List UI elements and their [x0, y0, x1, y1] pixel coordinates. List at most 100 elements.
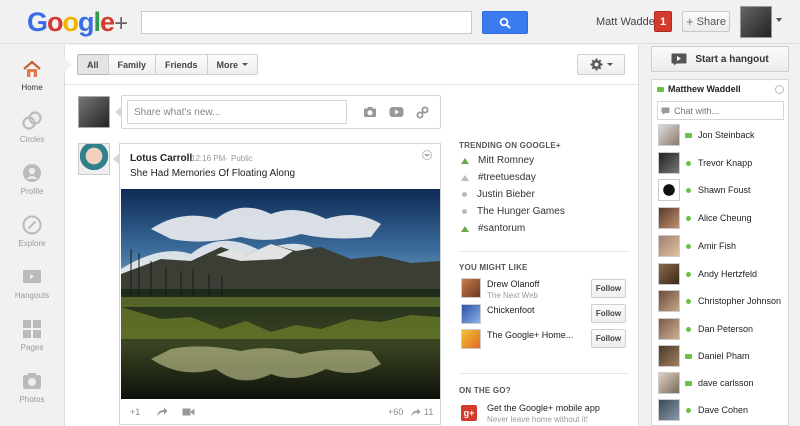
chat-contact[interactable]: Shawn Foust	[658, 179, 786, 201]
start-hangout-button[interactable]: Start a hangout	[651, 46, 789, 72]
trending-item[interactable]: Mitt Romney	[461, 155, 534, 166]
contact-avatar	[658, 318, 680, 340]
video-status-icon	[657, 86, 664, 92]
chat-contact[interactable]: Dave Cohen	[658, 399, 786, 421]
suggestion-name[interactable]: The Google+ Home...	[487, 330, 573, 340]
trending-item-label: #santorum	[478, 223, 526, 234]
mobile-heading: ON THE GO?	[459, 386, 511, 395]
nav-item-explore[interactable]: Explore	[0, 207, 64, 257]
post-actions: +1 +60 11	[120, 402, 440, 424]
chat-panel: Matthew Waddell Jon Steinback Trevor Kna…	[651, 79, 789, 426]
chat-contact[interactable]: Andy Hertzfeld	[658, 263, 786, 285]
share-box	[121, 95, 441, 129]
post-menu-chevron-icon[interactable]	[422, 150, 432, 160]
trend-up-icon	[461, 225, 469, 232]
chat-contact[interactable]: Dan Peterson	[658, 318, 786, 340]
suggestion-avatar[interactable]	[461, 278, 481, 298]
filter-tab-all[interactable]: All	[77, 54, 109, 75]
chat-options-chevron-icon[interactable]	[775, 85, 784, 94]
chat-contact[interactable]: Daniel Pham	[658, 345, 786, 367]
suggestion-avatar[interactable]	[461, 329, 481, 349]
online-status-icon	[685, 160, 692, 167]
left-nav: Home Circles Profile Explore Hangouts Pa…	[0, 45, 64, 426]
nav-item-circles[interactable]: Circles	[0, 103, 64, 153]
trending-item[interactable]: #treetuesday	[461, 172, 536, 183]
video-camera-icon	[182, 408, 195, 416]
chat-contact[interactable]: Trevor Knapp	[658, 152, 786, 174]
nav-label-hangouts: Hangouts	[14, 291, 50, 300]
nav-item-profile[interactable]: Profile	[0, 155, 64, 205]
plus-count[interactable]: +60	[388, 407, 403, 417]
search-input[interactable]	[141, 11, 472, 34]
filter-tab-more[interactable]: More	[206, 54, 259, 75]
follow-button[interactable]: Follow	[591, 329, 626, 348]
trending-item[interactable]: The Hunger Games	[461, 206, 565, 217]
mobile-app-subtitle: Never leave home without it!	[487, 415, 588, 424]
chat-contact[interactable]: dave carlsson	[658, 372, 786, 394]
nav-item-pages[interactable]: Pages	[0, 311, 64, 361]
share-input[interactable]	[127, 100, 347, 124]
user-name[interactable]: Matt Waddell	[596, 16, 660, 28]
post-photo[interactable]	[121, 189, 440, 399]
online-status-icon	[685, 298, 692, 305]
search-button[interactable]	[482, 11, 528, 34]
post-author[interactable]: Lotus Carroll	[130, 153, 192, 164]
plus-one-button[interactable]: +1	[130, 407, 140, 417]
nav-label-home: Home	[21, 83, 43, 92]
explore-icon	[22, 215, 42, 235]
contact-avatar	[658, 263, 680, 285]
follow-button[interactable]: Follow	[591, 279, 626, 298]
post-timestamp[interactable]: 12:16 PM	[191, 154, 225, 163]
filter-tab-family[interactable]: Family	[107, 54, 157, 75]
notification-badge[interactable]: 1	[654, 11, 672, 32]
home-icon	[22, 59, 42, 79]
google-plus-logo[interactable]: Google+	[27, 7, 128, 39]
contact-name: Dan Peterson	[698, 324, 754, 334]
contact-name: Trevor Knapp	[698, 158, 753, 168]
nav-item-photos[interactable]: Photos	[0, 363, 64, 413]
chat-bubble-icon	[661, 107, 670, 115]
share-button[interactable]: + Share	[682, 11, 730, 32]
post-card: Lotus Carroll 12:16 PM - Public She Had …	[119, 143, 441, 425]
filter-tab-friends[interactable]: Friends	[155, 54, 208, 75]
online-status-icon	[685, 271, 692, 278]
suggestion-name[interactable]: Drew Olanoff	[487, 279, 539, 289]
video-status-icon	[685, 353, 692, 360]
link-icon[interactable]	[414, 104, 430, 120]
gear-icon	[590, 58, 602, 71]
contact-name: Andy Hertzfeld	[698, 269, 758, 279]
trending-item-label: Mitt Romney	[478, 155, 535, 166]
photos-icon	[22, 371, 42, 391]
chat-contact[interactable]: Christopher Johnson	[658, 290, 786, 312]
contact-avatar	[658, 372, 680, 394]
contact-avatar	[658, 179, 680, 201]
google-plus-mobile-icon[interactable]: g+	[461, 405, 477, 421]
chevron-down-icon	[424, 153, 430, 157]
hangout-post-button[interactable]	[182, 407, 195, 417]
camera-icon[interactable]	[362, 104, 378, 120]
chat-contact[interactable]: Alice Cheung	[658, 207, 786, 229]
post-author-avatar[interactable]	[78, 143, 110, 175]
suggestion-name[interactable]: Chickenfoot	[487, 305, 535, 315]
chat-contact[interactable]: Jon Steinback	[658, 124, 786, 146]
share-post-button[interactable]	[156, 407, 168, 417]
nav-item-hangouts[interactable]: Hangouts	[0, 259, 64, 309]
stream-filter-tabs: All Family Friends More	[77, 54, 259, 75]
video-icon[interactable]	[388, 104, 404, 120]
reshare-count[interactable]: 11	[410, 407, 433, 417]
chat-self[interactable]: Matthew Waddell	[657, 84, 741, 94]
suggestion-avatar[interactable]	[461, 304, 481, 324]
chat-contact[interactable]: Amir Fish	[658, 235, 786, 257]
stream-settings-button[interactable]	[577, 54, 625, 75]
mobile-app-link[interactable]: Get the Google+ mobile app	[487, 403, 600, 413]
contact-name: Daniel Pham	[698, 351, 750, 361]
nav-label-explore: Explore	[18, 239, 46, 248]
account-menu-caret-icon[interactable]	[776, 18, 782, 22]
divider	[459, 251, 629, 252]
follow-button[interactable]: Follow	[591, 304, 626, 323]
nav-item-home[interactable]: Home	[0, 51, 64, 101]
trending-item[interactable]: Justin Bieber	[461, 189, 535, 200]
trending-item[interactable]: #santorum	[461, 223, 525, 234]
account-avatar[interactable]	[740, 6, 772, 38]
chat-search-input[interactable]	[657, 101, 784, 120]
